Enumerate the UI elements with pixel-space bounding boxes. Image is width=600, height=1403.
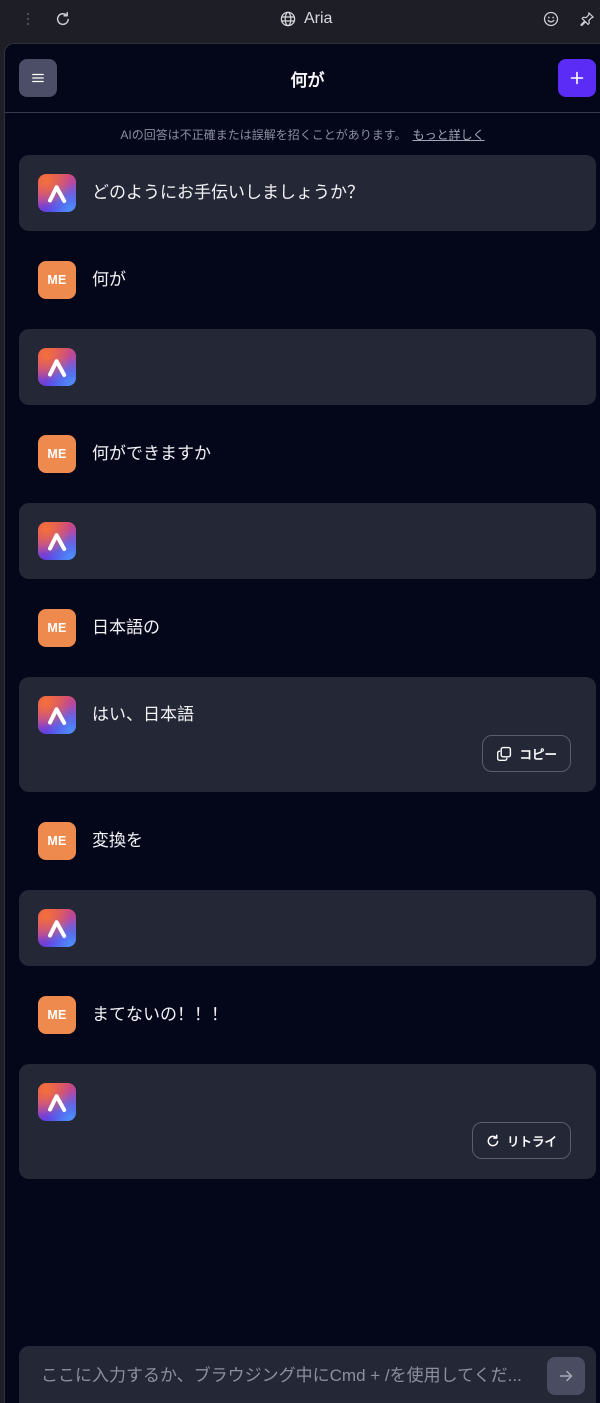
aria-message: どのようにお手伝いしましょうか？ xyxy=(19,155,596,231)
user-avatar: ME xyxy=(38,609,76,647)
copy-button-label: コピー xyxy=(519,748,557,762)
aria-logo-icon xyxy=(48,707,67,725)
topbar-title: Aria xyxy=(280,0,332,38)
aria-logo-icon xyxy=(48,1094,67,1112)
aria-message: はい、日本語 コピー xyxy=(19,677,596,792)
pin-icon[interactable] xyxy=(579,11,595,27)
user-avatar: ME xyxy=(38,996,76,1034)
user-avatar: ME xyxy=(38,261,76,299)
aria-avatar xyxy=(38,696,76,734)
aria-logo-icon xyxy=(48,185,67,203)
hamburger-menu-icon xyxy=(32,73,44,83)
retry-button[interactable]: リトライ xyxy=(471,1122,571,1159)
message-list: どのようにお手伝いしましょうか？ ME 何が ME 何ができますか ME 日本語… xyxy=(5,155,600,1179)
message-text: 日本語の xyxy=(92,618,160,637)
chat-header: 何が xyxy=(5,44,600,113)
message-content: どのようにお手伝いしましょうか？ xyxy=(38,174,571,212)
menu-button[interactable] xyxy=(19,59,57,97)
message-actions: コピー xyxy=(38,735,571,772)
reload-icon[interactable] xyxy=(55,11,71,27)
user-message: ME 何が xyxy=(19,242,596,318)
aria-message xyxy=(19,503,596,579)
learn-more-link[interactable]: もっと詳しく xyxy=(413,128,485,142)
message-text: まてないの！！！ xyxy=(92,1005,228,1024)
message-actions: リトライ xyxy=(38,1122,571,1159)
globe-icon xyxy=(280,11,296,27)
message-content xyxy=(38,1083,571,1121)
smiley-icon[interactable] xyxy=(543,11,559,27)
aria-avatar xyxy=(38,174,76,212)
aria-message: リトライ xyxy=(19,1064,596,1179)
sidebar-topbar: Aria xyxy=(0,0,600,43)
chat-title: 何が xyxy=(290,70,325,90)
message-content xyxy=(38,522,571,560)
composer xyxy=(19,1346,596,1403)
aria-avatar xyxy=(38,1083,76,1121)
message-text: どのようにお手伝いしましょうか？ xyxy=(92,183,364,202)
message-text: 何が xyxy=(92,270,126,289)
plus-icon xyxy=(570,71,584,85)
retry-button-label: リトライ xyxy=(506,1135,557,1149)
send-button[interactable] xyxy=(547,1357,585,1395)
message-content: ME 変換を xyxy=(38,822,571,860)
aria-avatar xyxy=(38,348,76,386)
aria-logo-icon xyxy=(48,359,67,377)
message-content: はい、日本語 xyxy=(38,696,571,734)
message-content: ME 何ができますか xyxy=(38,435,571,473)
message-content: ME まてないの！！！ xyxy=(38,996,571,1034)
message-text: 変換を xyxy=(92,831,143,850)
new-chat-button[interactable] xyxy=(558,59,596,97)
ai-disclaimer: AIの回答は不正確または誤解を招くことがあります。 もっと詳しく xyxy=(5,113,600,155)
user-message: ME まてないの！！！ xyxy=(19,977,596,1053)
message-content xyxy=(38,909,571,947)
copy-icon xyxy=(497,746,512,761)
aria-chat-panel: 何が AIの回答は不正確または誤解を招くことがあります。 もっと詳しく どのように… xyxy=(4,43,600,1403)
aria-message xyxy=(19,890,596,966)
topbar-title-text: Aria xyxy=(304,10,333,27)
user-avatar: ME xyxy=(38,822,76,860)
message-text: はい、日本語 xyxy=(92,705,194,724)
message-text: 何ができますか xyxy=(92,444,211,463)
user-message: ME 日本語の xyxy=(19,590,596,666)
disclaimer-text: AIの回答は不正確または誤解を招くことがあります。 xyxy=(120,128,407,142)
refresh-icon xyxy=(487,1134,499,1146)
drag-handle-icon[interactable] xyxy=(20,11,36,27)
user-message: ME 何ができますか xyxy=(19,416,596,492)
user-avatar: ME xyxy=(38,435,76,473)
aria-logo-icon xyxy=(48,533,67,551)
aria-logo-icon xyxy=(48,920,67,938)
aria-message xyxy=(19,329,596,405)
copy-button[interactable]: コピー xyxy=(482,735,571,772)
aria-avatar xyxy=(38,522,76,560)
message-content: ME 日本語の xyxy=(38,609,571,647)
aria-avatar xyxy=(38,909,76,947)
message-content: ME 何が xyxy=(38,261,571,299)
user-message: ME 変換を xyxy=(19,803,596,879)
arrow-right-icon xyxy=(559,1370,573,1382)
message-content xyxy=(38,348,571,386)
chat-input[interactable] xyxy=(41,1357,538,1395)
